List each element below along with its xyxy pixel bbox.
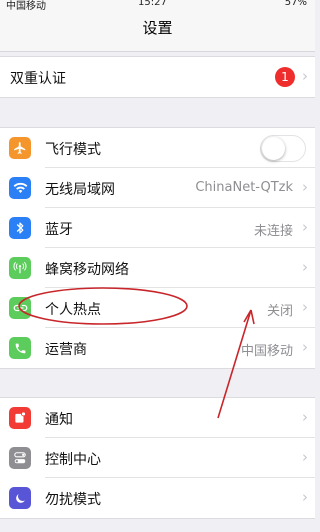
system-group: 通知 › 控制中心 › 勿扰模式 › (0, 397, 315, 519)
wifi-icon (9, 177, 31, 199)
settings-row-notifications[interactable]: 通知 › (0, 398, 315, 438)
antenna-icon (9, 257, 31, 279)
settings-row-bluetooth[interactable]: 蓝牙 未连接 › (0, 208, 315, 248)
chevron-right-icon: › (302, 218, 308, 236)
notification-badge: 1 (275, 67, 295, 87)
status-bar: 中国移动 15:27 57% (0, 0, 315, 12)
settings-row-dnd[interactable]: 勿扰模式 › (0, 478, 315, 518)
settings-label: 运营商 (45, 342, 87, 358)
settings-value: 未连接 (253, 224, 293, 239)
two-factor-group: 双重认证 1 › (0, 56, 315, 98)
settings-label: 蓝牙 (45, 222, 73, 238)
connectivity-group: 飞行模式 无线局域网 ChinaNet-QTzk › 蓝牙 未连接 › 蜂窝移动… (0, 127, 315, 369)
airplane-icon (9, 137, 31, 159)
settings-label: 通知 (45, 412, 73, 428)
notification-icon (9, 407, 31, 429)
bluetooth-icon (9, 217, 31, 239)
settings-label: 蜂窝移动网络 (45, 262, 129, 278)
toggle-knob (262, 137, 285, 160)
chevron-right-icon: › (302, 298, 308, 316)
settings-label: 飞行模式 (45, 142, 101, 158)
chevron-right-icon: › (302, 408, 308, 426)
chevron-right-icon: › (302, 488, 308, 506)
settings-row-control-center[interactable]: 控制中心 › (0, 438, 315, 478)
chevron-right-icon: › (302, 338, 308, 356)
settings-value: 中国移动 (240, 344, 293, 359)
settings-label: 勿扰模式 (45, 492, 101, 508)
chevron-right-icon: › (302, 178, 308, 196)
status-time: 15:27 (138, 0, 167, 8)
settings-label: 控制中心 (45, 452, 101, 468)
carrier-name: 中国移动 (6, 1, 46, 12)
settings-value: 关闭 (266, 304, 293, 319)
airplane-mode-toggle[interactable] (260, 135, 306, 162)
chevron-right-icon: › (302, 67, 308, 85)
settings-row-wifi[interactable]: 无线局域网 ChinaNet-QTzk › (0, 168, 315, 208)
chevron-right-icon: › (302, 258, 308, 276)
settings-row-cellular[interactable]: 蜂窝移动网络 › (0, 248, 315, 288)
phone-icon (9, 337, 31, 359)
moon-icon (9, 487, 31, 509)
settings-row-hotspot[interactable]: 个人热点 关闭 › (0, 288, 315, 328)
toggles-icon (9, 447, 31, 469)
page-title: 设置 (142, 19, 173, 37)
two-factor-label: 双重认证 (10, 71, 66, 87)
chevron-right-icon: › (302, 448, 308, 466)
settings-label: 无线局域网 (45, 182, 115, 198)
settings-row-carrier[interactable]: 运营商 中国移动 › (0, 328, 315, 368)
settings-row-airplane[interactable]: 飞行模式 (0, 128, 315, 168)
hotspot-link-icon (9, 297, 31, 319)
settings-label: 个人热点 (45, 302, 101, 318)
two-factor-row[interactable]: 双重认证 1 › (0, 57, 315, 97)
battery-percent: 57% (284, 0, 307, 8)
navigation-bar: 中国移动 15:27 57% 设置 (0, 0, 315, 52)
settings-value: ChinaNet-QTzk (195, 180, 293, 195)
